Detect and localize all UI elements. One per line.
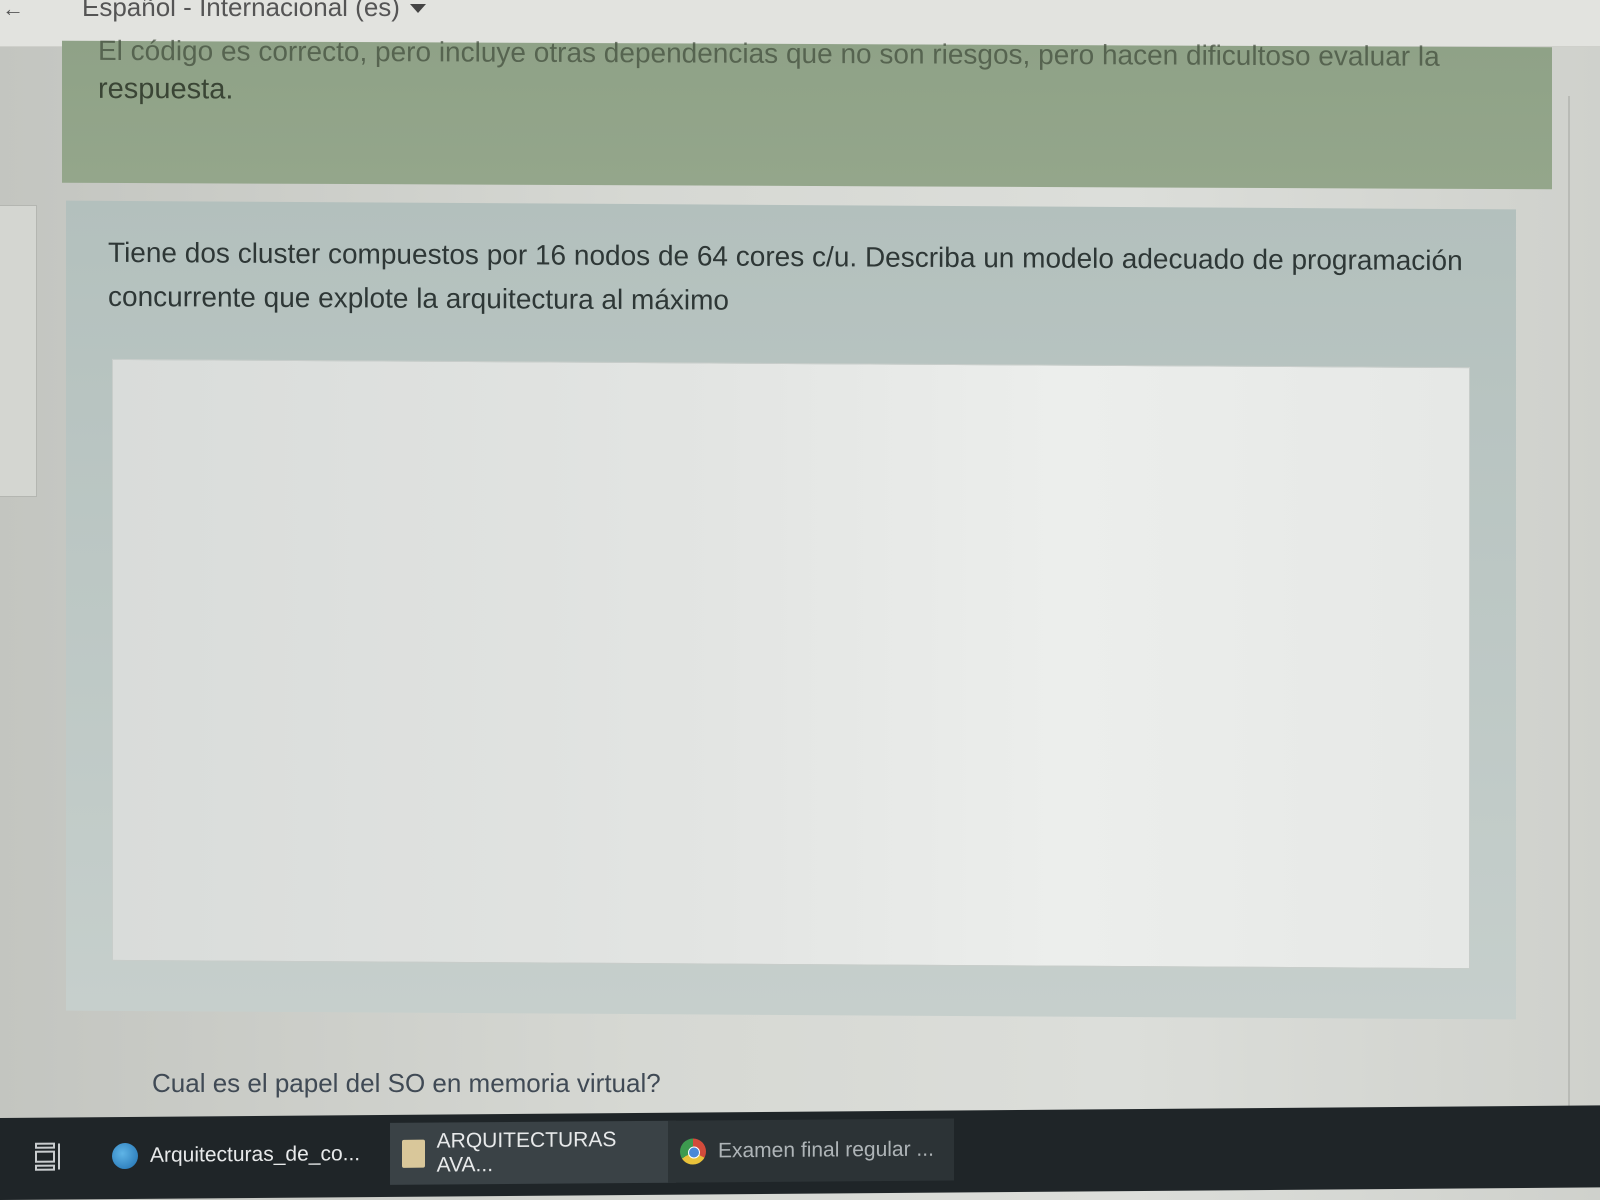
feedback-box: El código es correcto, pero incluye otra…	[62, 35, 1552, 190]
taskbar-item-edge[interactable]: Arquitecturas_de_co...	[100, 1123, 386, 1187]
feedback-partial-text: El código es correcto, pero incluye otra…	[98, 34, 1440, 72]
word-icon	[402, 1139, 425, 1168]
question-card: Tiene dos cluster compuestos por 16 nodo…	[66, 200, 1516, 1020]
back-arrow-icon[interactable]: ←	[2, 0, 24, 22]
page: ← Español - Internacional (es) El código…	[0, 0, 1600, 1200]
taskbar-item-word[interactable]: ARQUITECTURAS AVA...	[390, 1120, 676, 1185]
feedback-text: respuesta.	[98, 72, 234, 106]
task-view-icon[interactable]	[34, 1142, 62, 1172]
right-border	[1568, 96, 1570, 1106]
taskbar-item-label: Arquitecturas_de_co...	[150, 1142, 361, 1167]
side-panel-tab[interactable]	[0, 205, 37, 497]
taskbar-item-label: ARQUITECTURAS AVA...	[436, 1128, 617, 1177]
chrome-icon	[680, 1138, 706, 1165]
question-text: Tiene dos cluster compuestos por 16 nodo…	[108, 236, 1463, 316]
edge-icon	[112, 1142, 138, 1170]
next-question-text: Cual es el papel del SO en memoria virtu…	[152, 1068, 661, 1098]
caret-down-icon	[409, 3, 426, 13]
taskbar-item-label: Examen final regular ...	[718, 1137, 934, 1163]
language-selector[interactable]: Español - Internacional (es)	[82, 0, 426, 24]
taskbar: Arquitecturas_de_co... ARQUITECTURAS AVA…	[0, 1105, 1600, 1200]
taskbar-item-chrome[interactable]: Examen final regular ...	[668, 1118, 954, 1183]
language-selector-label: Español - Internacional (es)	[82, 0, 400, 22]
answer-textarea[interactable]	[112, 358, 1470, 970]
